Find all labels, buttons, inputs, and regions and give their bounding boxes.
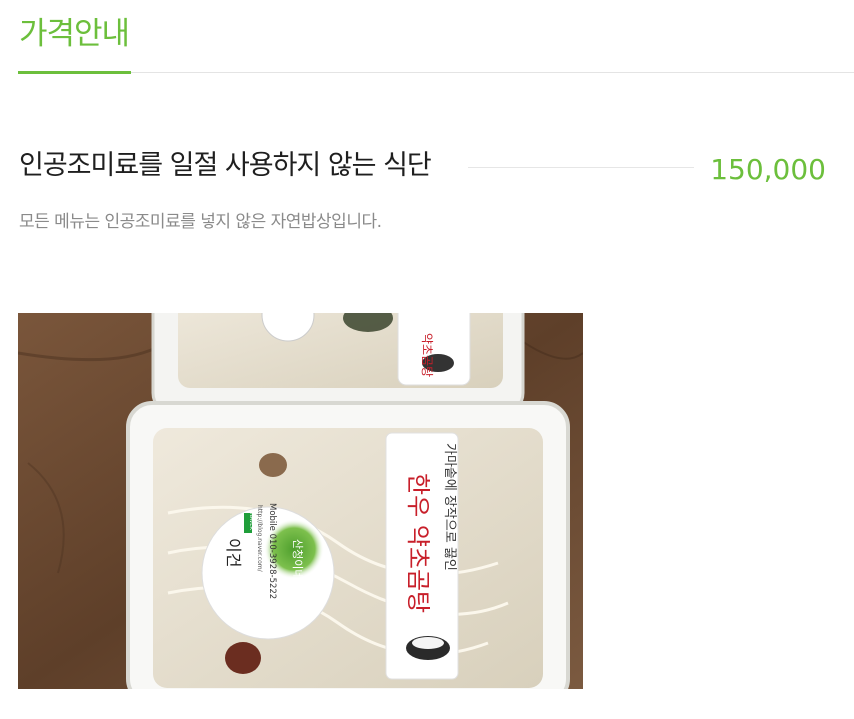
svg-text:약초곰탕: 약초곰탕	[420, 333, 435, 377]
sticker-naver-text: NAVER	[248, 513, 254, 530]
title-divider	[18, 72, 854, 73]
menu-photo: 약초곰탕 산청이네 이건 Mobile 010-3928-5222 http:/…	[18, 313, 583, 689]
menu-item-name: 인공조미료를 일절 사용하지 않는 식단	[19, 150, 432, 181]
top-container: 약초곰탕	[151, 313, 525, 415]
menu-item-description: 모든 메뉴는 인공조미료를 넣지 않은 자연밥상입니다.	[19, 212, 382, 232]
price-guide-page: 가격안내 인공조미료를 일절 사용하지 않는 식단 150,000 모든 메뉴는…	[0, 0, 854, 719]
label-title-text: 한우 약초곰탕	[404, 473, 432, 613]
sticker-name-text: 이건	[224, 538, 243, 567]
menu-item-price: 150,000	[710, 153, 826, 186]
title-accent-bar	[18, 71, 131, 74]
sticker-url-text: http://blog.naver.com/	[256, 505, 263, 573]
label-subtitle-text: 가마솥에 장작으로 끓인	[442, 443, 457, 571]
sticker-mobile-text: Mobile 010-3928-5222	[267, 503, 277, 599]
section-title: 가격안내	[19, 16, 130, 52]
price-leader-line	[468, 167, 694, 168]
product-label: 가마솥에 장작으로 끓인 한우 약초곰탕	[385, 432, 459, 680]
main-container: 산청이네 이건 Mobile 010-3928-5222 http://blog…	[126, 401, 570, 689]
sticker-brand-text: 산청이네	[291, 539, 304, 579]
